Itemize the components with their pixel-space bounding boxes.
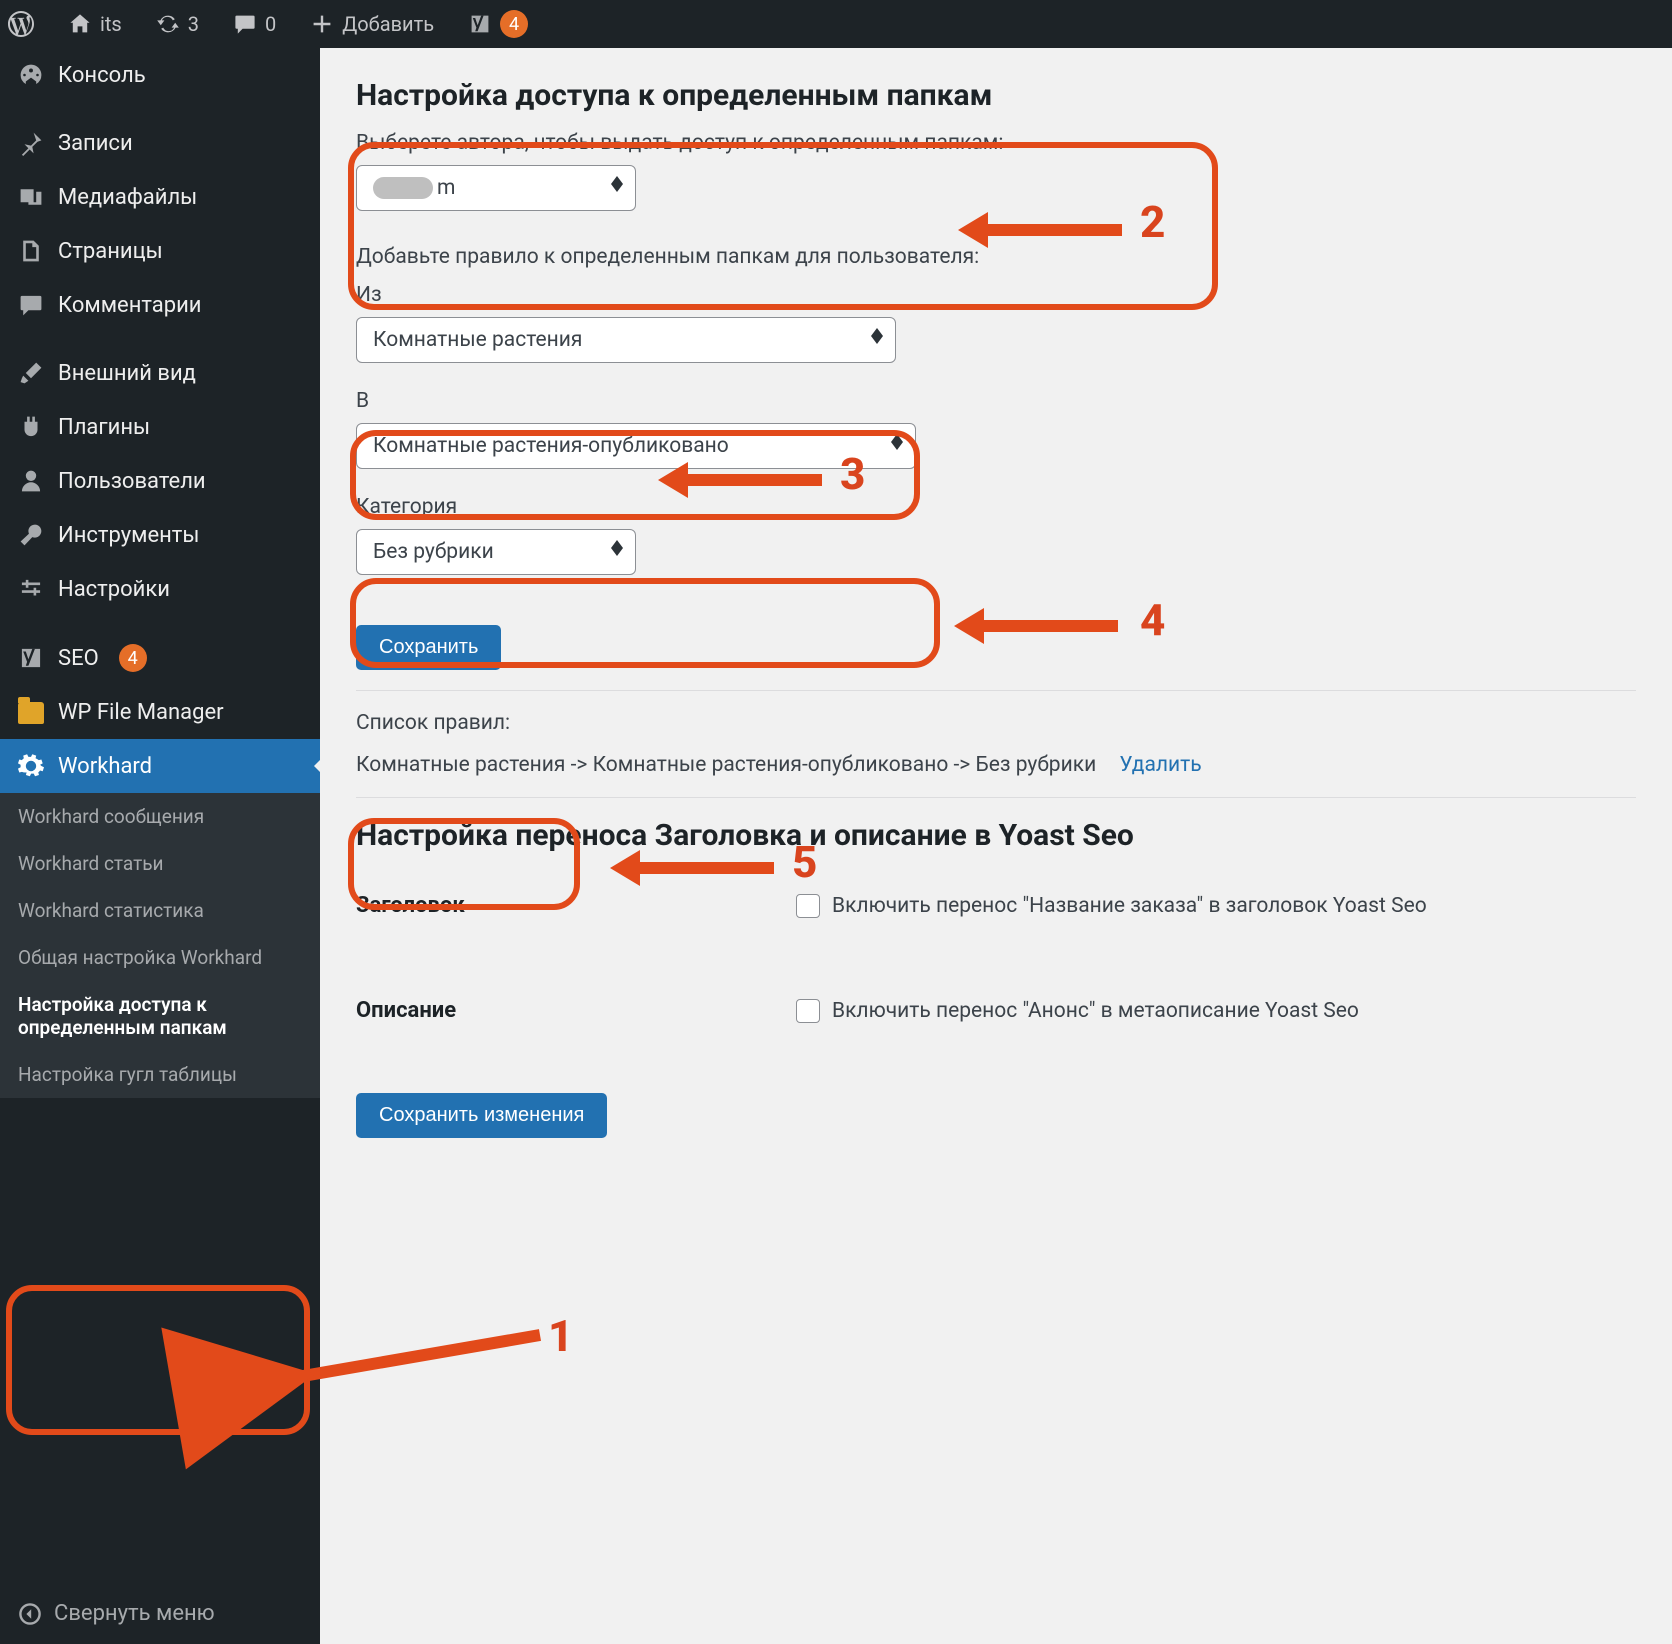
updates-count: 3 (188, 12, 199, 36)
author-select[interactable]: m (356, 165, 636, 211)
brush-icon (18, 360, 44, 386)
to-select[interactable]: Комнатные растения-опубликовано (356, 423, 916, 469)
page-title: Настройка доступа к определенным папкам (356, 78, 1636, 113)
menu-media[interactable]: Медиафайлы (0, 170, 320, 224)
save-changes-button[interactable]: Сохранить изменения (356, 1093, 607, 1138)
category-label: Категория (356, 495, 1636, 519)
title-checkbox[interactable] (796, 894, 820, 918)
menu-wp-file-manager[interactable]: WP File Manager (0, 686, 320, 739)
yoast-link[interactable]: 4 (460, 0, 536, 48)
delete-rule-link[interactable]: Удалить (1119, 753, 1201, 777)
to-label: В (356, 389, 1636, 413)
yoast-badge: 4 (500, 10, 528, 38)
menu-comments[interactable]: Комментарии (0, 278, 320, 332)
collapse-icon (18, 1602, 42, 1626)
folder-icon (18, 702, 44, 724)
desc-checkbox[interactable] (796, 999, 820, 1023)
sub-workhard-articles[interactable]: Workhard статьи (0, 840, 320, 887)
category-select[interactable]: Без рубрики (356, 529, 636, 575)
yoast-icon (468, 12, 492, 36)
site-name-link[interactable]: its (60, 0, 130, 48)
annotation-arrow-1 (260, 1320, 550, 1405)
sub-workhard-stats[interactable]: Workhard статистика (0, 887, 320, 934)
media-icon (18, 184, 44, 210)
menu-settings[interactable]: Настройки (0, 562, 320, 616)
comments-link[interactable]: 0 (225, 0, 284, 48)
menu-tools[interactable]: Инструменты (0, 508, 320, 562)
yoast-icon (18, 645, 44, 671)
title-checkbox-label[interactable]: Включить перенос "Название заказа" в заг… (796, 894, 1427, 918)
sub-workhard-general[interactable]: Общая настройка Workhard (0, 934, 320, 981)
refresh-icon (156, 12, 180, 36)
collapse-menu[interactable]: Свернуть меню (0, 1583, 320, 1644)
author-prompt: Выберете автора, чтобы выдать доступ к о… (356, 131, 1636, 155)
site-name: its (100, 12, 122, 36)
dashboard-icon (18, 62, 44, 88)
menu-pages[interactable]: Страницы (0, 224, 320, 278)
plus-icon (310, 12, 334, 36)
sliders-icon (18, 576, 44, 602)
wp-logo[interactable] (0, 0, 42, 48)
comment-icon (233, 12, 257, 36)
add-new-label: Добавить (342, 12, 434, 36)
title-th: Заголовок (356, 893, 756, 918)
seo-badge: 4 (119, 644, 147, 672)
workhard-submenu: Workhard сообщения Workhard статьи Workh… (0, 793, 320, 1098)
pages-icon (18, 238, 44, 264)
gear-icon (18, 753, 44, 779)
sub-workhard-messages[interactable]: Workhard сообщения (0, 793, 320, 840)
menu-users[interactable]: Пользователи (0, 454, 320, 508)
menu-appearance[interactable]: Внешний вид (0, 346, 320, 400)
add-new-link[interactable]: Добавить (302, 0, 442, 48)
desc-transfer-row: Описание Включить перенос "Анонс" в мета… (356, 998, 1636, 1023)
comments-count: 0 (265, 12, 276, 36)
from-label: Из (356, 283, 1636, 307)
user-icon (18, 468, 44, 494)
author-blurred (373, 177, 433, 199)
comment-icon (18, 292, 44, 318)
wrench-icon (18, 522, 44, 548)
menu-seo[interactable]: SEO 4 (0, 630, 320, 686)
sub-workhard-folder-access[interactable]: Настройка доступа к определенным папкам (0, 981, 320, 1051)
sub-workhard-gsheets[interactable]: Настройка гугл таблицы (0, 1051, 320, 1098)
menu-posts[interactable]: Записи (0, 116, 320, 170)
from-select[interactable]: Комнатные растения (356, 317, 896, 363)
admin-bar: its 3 0 Добавить 4 (0, 0, 1672, 48)
pin-icon (18, 130, 44, 156)
desc-th: Описание (356, 998, 756, 1023)
rule-prompt: Добавьте правило к определенным папкам д… (356, 245, 1636, 269)
menu-plugins[interactable]: Плагины (0, 400, 320, 454)
menu-dashboard[interactable]: Консоль (0, 48, 320, 102)
desc-checkbox-label[interactable]: Включить перенос "Анонс" в метаописание … (796, 999, 1359, 1023)
rule-row: Комнатные растения -> Комнатные растения… (356, 753, 1636, 777)
save-button[interactable]: Сохранить (356, 625, 501, 670)
updates-link[interactable]: 3 (148, 0, 207, 48)
home-icon (68, 12, 92, 36)
yoast-section-title: Настройка переноса Заголовка и описание … (356, 818, 1636, 853)
plugin-icon (18, 414, 44, 440)
rules-list-title: Список правил: (356, 711, 1636, 735)
title-transfer-row: Заголовок Включить перенос "Название зак… (356, 893, 1636, 918)
menu-workhard[interactable]: Workhard (0, 739, 320, 793)
